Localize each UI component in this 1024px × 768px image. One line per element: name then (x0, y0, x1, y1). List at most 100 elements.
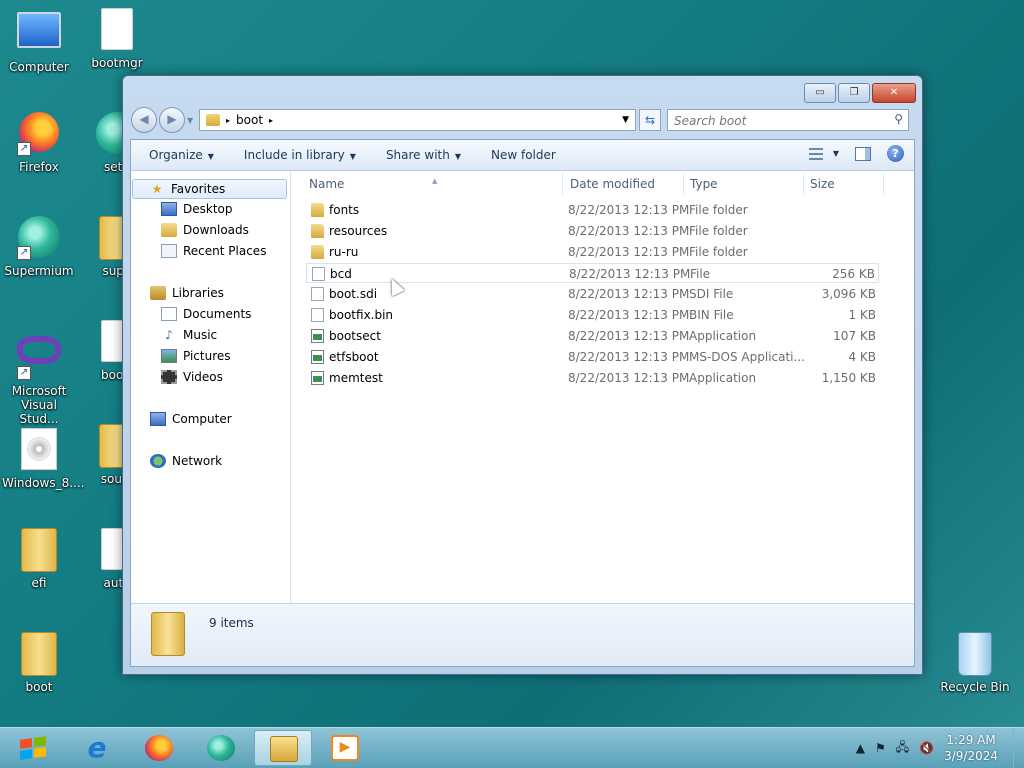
file-row[interactable]: memtest 8/22/2013 12:13 PM Application 1… (306, 368, 879, 388)
command-bar: Organize ▼ Include in library ▼ Share with… (131, 140, 914, 171)
back-button[interactable]: ◀ (131, 107, 157, 133)
nav-item-label: Pictures (183, 349, 231, 363)
breadcrumb-boot[interactable]: boot (236, 113, 263, 127)
column-divider[interactable] (883, 173, 884, 195)
nav-item-downloads[interactable]: Downloads (161, 223, 249, 237)
help-icon[interactable]: ? (887, 145, 904, 162)
nav-item-network[interactable]: Network (150, 454, 222, 468)
new-folder-button[interactable]: New folder (491, 148, 556, 162)
desktop-icon-bootmgr[interactable]: bootmgr (80, 8, 154, 70)
volume-muted-icon[interactable]: 🔇 (919, 741, 934, 755)
network-status-icon[interactable]: 🖧 (896, 738, 909, 759)
file-type: BIN File (689, 308, 734, 322)
column-divider[interactable] (683, 173, 684, 195)
nav-item-computer[interactable]: Computer (150, 412, 232, 426)
clock-time: 1:29 AM (946, 733, 996, 747)
column-divider[interactable] (562, 173, 563, 195)
desktop-icon-boot[interactable]: boot (2, 632, 76, 694)
desktop-icon-computer[interactable]: Computer (2, 8, 76, 74)
column-type[interactable]: Type (690, 177, 718, 191)
file-type: Application (689, 371, 757, 385)
recent-pages-dropdown[interactable]: ▼ (187, 116, 195, 125)
breadcrumb-arrow-icon[interactable]: ▸ (226, 116, 230, 125)
file-row[interactable]: bootsect 8/22/2013 12:13 PM Application … (306, 326, 879, 346)
action-center-flag-icon[interactable]: ⚑ (875, 741, 886, 755)
item-count: 9 items (209, 616, 254, 630)
nav-item-videos[interactable]: Videos (161, 370, 223, 384)
refresh-button[interactable]: ⇆ (639, 109, 661, 131)
search-icon[interactable]: ⚲ (894, 112, 903, 126)
desktop-icon-visual-studio[interactable]: ↗ Microsoft Visual Stud... (2, 328, 76, 426)
desktop-icon-recycle-bin[interactable]: Recycle Bin (938, 632, 1012, 694)
column-divider[interactable] (803, 173, 804, 195)
folder-icon (311, 203, 324, 217)
file-row[interactable]: bootfix.bin 8/22/2013 12:13 PM BIN File … (306, 305, 879, 325)
nav-item-label: Libraries (172, 286, 224, 300)
include-in-library-button[interactable]: Include in library ▼ (244, 148, 356, 162)
forward-button[interactable]: ▶ (159, 107, 185, 133)
start-button[interactable] (14, 732, 52, 764)
minimize-button[interactable]: ▭ (804, 83, 836, 103)
column-name[interactable]: Name (309, 177, 344, 191)
recent-places-icon (161, 244, 177, 258)
taskbar-internet-explorer[interactable]: e (68, 730, 126, 766)
system-tray: ▲ ⚑ 🖧 🔇 1:29 AM 3/9/2024 (856, 728, 1024, 768)
file-size: 1,150 KB (821, 371, 876, 385)
desktop-icon-efi[interactable]: efi (2, 528, 76, 590)
show-hidden-icons-button[interactable]: ▲ (856, 741, 865, 755)
desktop-icon-supermium[interactable]: ↗ Supermium (2, 216, 76, 278)
breadcrumb-arrow-icon[interactable]: ▸ (269, 116, 273, 125)
nav-item-favorites[interactable]: ★ Favorites (132, 179, 287, 199)
navigation-pane: ★ Favorites Desktop Downloads Recent Plac… (131, 171, 291, 604)
share-with-button[interactable]: Share with ▼ (386, 148, 461, 162)
include-in-library-label: Include in library (243, 148, 345, 162)
desktop-icon-windows-iso[interactable]: Windows_8.... (2, 428, 84, 490)
nav-item-label: Downloads (183, 223, 249, 237)
nav-item-recent-places[interactable]: Recent Places (161, 244, 266, 258)
clock[interactable]: 1:29 AM 3/9/2024 (944, 732, 998, 764)
restore-button[interactable]: ❐ (838, 83, 870, 103)
nav-item-desktop[interactable]: Desktop (161, 202, 233, 216)
change-view-button[interactable]: ▼ (808, 147, 839, 160)
column-size[interactable]: Size (810, 177, 835, 191)
file-row[interactable]: resources 8/22/2013 12:13 PM File folder (306, 221, 879, 241)
nav-item-label: Network (172, 454, 223, 468)
file-explorer-icon (270, 736, 298, 762)
taskbar-file-explorer[interactable] (254, 730, 312, 766)
nav-item-documents[interactable]: Documents (161, 307, 251, 321)
file-icon (311, 308, 324, 322)
nav-item-music[interactable]: ♪ Music (161, 328, 217, 342)
file-type: MS-DOS Applicati... (689, 350, 805, 364)
preview-pane-icon[interactable] (855, 146, 871, 161)
organize-button[interactable]: Organize ▼ (149, 148, 214, 162)
nav-item-label: Computer (172, 412, 232, 426)
windows-logo-icon (20, 736, 46, 760)
file-date: 8/22/2013 12:13 PM (568, 329, 690, 343)
search-input[interactable] (672, 111, 886, 131)
file-row[interactable]: etfsboot 8/22/2013 12:13 PM MS-DOS Appli… (306, 347, 879, 367)
taskbar: e ▶ ▲ ⚑ 🖧 🔇 1:29 AM 3/9/2024 (0, 727, 1024, 768)
taskbar-media-player[interactable]: ▶ (316, 730, 374, 766)
nav-item-pictures[interactable]: Pictures (161, 349, 231, 363)
close-button[interactable]: ✕ (872, 83, 916, 103)
nav-item-libraries[interactable]: Libraries (150, 286, 224, 300)
column-date-modified[interactable]: Date modified (570, 177, 655, 191)
search-box[interactable]: ⚲ (667, 109, 909, 131)
folder-icon (17, 528, 61, 572)
file-type: File folder (689, 203, 748, 217)
taskbar-firefox[interactable] (130, 730, 188, 766)
desktop-icon-firefox[interactable]: ↗ Firefox (2, 112, 76, 174)
desktop-icon-label: Computer (9, 60, 69, 74)
address-bar[interactable]: ▸ boot ▸ ▼ (199, 109, 636, 131)
music-icon: ♪ (165, 328, 173, 342)
file-row[interactable]: ru-ru 8/22/2013 12:13 PM File folder (306, 242, 879, 262)
file-row[interactable]: fonts 8/22/2013 12:13 PM File folder (306, 200, 879, 220)
taskbar-supermium[interactable] (192, 730, 250, 766)
clock-date: 3/9/2024 (944, 749, 998, 763)
recycle-bin-icon (953, 632, 997, 676)
navigation-bar: ◀ ▶ ▼ ▸ boot ▸ ▼ ⇆ ⚲ (131, 107, 914, 133)
address-dropdown-icon[interactable]: ▼ (622, 115, 629, 125)
file-date: 8/22/2013 12:13 PM (568, 350, 690, 364)
file-date: 8/22/2013 12:13 PM (568, 371, 690, 385)
show-desktop-button[interactable] (1013, 728, 1024, 768)
